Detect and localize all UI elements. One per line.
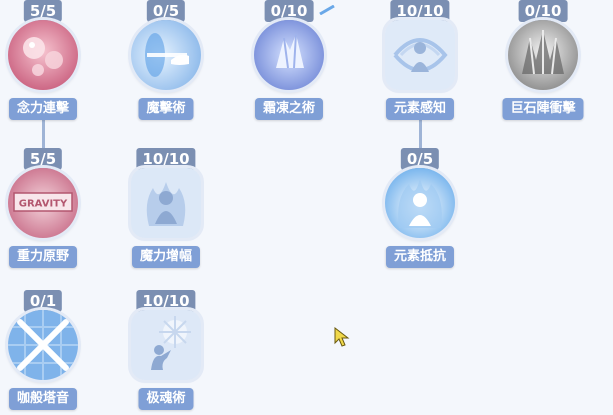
element-sense-icon[interactable] <box>385 20 455 90</box>
magic-boost-icon[interactable] <box>131 168 201 238</box>
boulder-icon[interactable] <box>508 20 578 90</box>
skill-node-gravity[interactable]: 5/5 GRAVITY 重力原野 <box>0 148 86 268</box>
cursor-icon <box>334 327 350 347</box>
skill-name: 极魂術 <box>138 388 194 410</box>
skill-name: 魔力增幅 <box>131 246 201 268</box>
skill-points: 5/5 <box>23 148 63 170</box>
ka-tower-icon[interactable] <box>8 310 78 380</box>
skill-points: 10/10 <box>136 148 196 170</box>
skill-node-ka-tower[interactable]: 0/1 咖般塔音 <box>0 290 86 410</box>
skill-points: 0/10 <box>264 0 314 22</box>
skill-points: 0/1 <box>23 290 63 312</box>
skill-node-boulder[interactable]: 0/10 巨石陣衝擊 <box>500 0 586 120</box>
skill-points: 0/5 <box>400 148 440 170</box>
skill-name: 咖般塔音 <box>8 388 78 410</box>
telekinesis-icon[interactable] <box>8 20 78 90</box>
skill-name: 元素抵抗 <box>385 246 455 268</box>
skill-points: 10/10 <box>390 0 450 22</box>
gravity-icon-text: GRAVITY <box>19 199 68 210</box>
skill-node-soul[interactable]: 10/10 极魂術 <box>123 290 209 410</box>
skill-name: 念力連擊 <box>8 98 78 120</box>
skill-name: 元素感知 <box>385 98 455 120</box>
skill-points: 5/5 <box>23 0 63 22</box>
soul-icon[interactable] <box>131 310 201 380</box>
skill-name: 霜凍之術 <box>254 98 324 120</box>
frost-icon[interactable] <box>254 20 324 90</box>
gravity-icon[interactable]: GRAVITY <box>8 168 78 238</box>
skill-node-magic-boost[interactable]: 10/10 魔力增幅 <box>123 148 209 268</box>
skill-points: 10/10 <box>136 290 196 312</box>
element-resist-icon[interactable] <box>385 168 455 238</box>
skill-name: 巨石陣衝擊 <box>502 98 584 120</box>
skill-points: 0/5 <box>146 0 186 22</box>
skill-name: 魔擊術 <box>138 98 194 120</box>
skill-node-element-sense[interactable]: 10/10 元素感知 <box>377 0 463 120</box>
skill-node-telekinesis[interactable]: 5/5 念力連擊 <box>0 0 86 120</box>
skill-node-magic-strike[interactable]: 0/5 魔擊術 <box>123 0 209 120</box>
magic-strike-icon[interactable] <box>131 20 201 90</box>
skill-node-element-resist[interactable]: 0/5 元素抵抗 <box>377 148 463 268</box>
skill-node-frost[interactable]: 0/10 霜凍之術 <box>246 0 332 120</box>
skill-name: 重力原野 <box>8 246 78 268</box>
skill-points: 0/10 <box>518 0 568 22</box>
